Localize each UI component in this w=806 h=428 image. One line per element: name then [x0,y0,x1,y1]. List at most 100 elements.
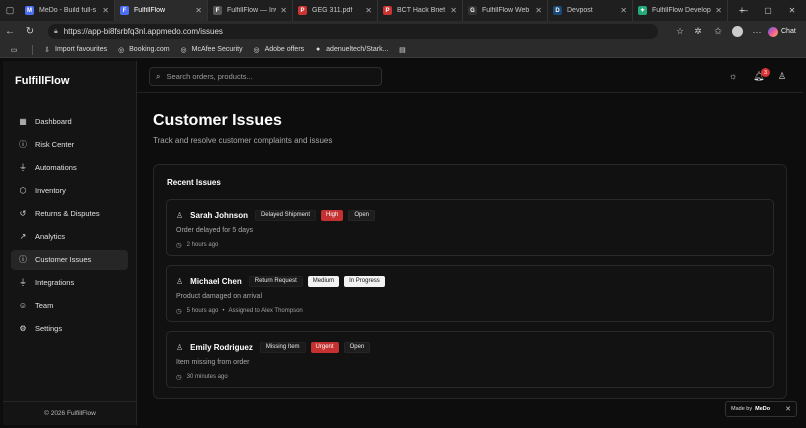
bookmark-item[interactable]: ◎ McAfee Security [180,46,243,54]
tab-close-icon[interactable]: ✕ [280,6,287,15]
page-subtitle: Track and resolve customer complaints an… [153,136,333,145]
sidebar-item-team[interactable]: ☺ Team [11,296,128,316]
close-icon[interactable]: ✕ [785,405,791,413]
more-menu-icon[interactable]: ··· [751,24,763,39]
status-badge: Open [348,209,376,221]
extensions-icon[interactable]: ✲ [692,24,704,39]
tab-label: FulfillFlow — Invent [227,7,276,14]
url-field[interactable]: 🔒︎ https://app-bi8fsrbfq3nl.appmedo.com/… [48,24,658,39]
maximize-icon[interactable]: ▢ [756,0,780,21]
bookmark-item[interactable]: ◎ Adobe offers [253,46,305,54]
issue-item[interactable]: ♙ Emily Rodriguez Missing Item Urgent Op… [166,331,774,388]
tab-favicon-icon: M [25,6,34,15]
tab-close-icon[interactable]: ✕ [715,6,722,15]
sidebar-item-analytics[interactable]: ↗ Analytics [11,227,128,247]
tab-label: GEG 311.pdf [312,7,353,14]
bookmark-item[interactable]: ▭ [10,46,22,54]
tab-close-icon[interactable]: ✕ [620,6,627,15]
tab-close-icon[interactable]: ✕ [102,6,109,15]
sidebar-item-label: Risk Center [35,139,75,149]
globe-icon: ◎ [253,46,260,54]
top-bar: ⌕ Search orders, products... ☼ 🔔︎ 3 ♙ [137,61,803,93]
bookmark-item[interactable]: ⇩ Import favourites [43,46,107,54]
issue-description: Item missing from order [176,359,250,366]
issue-item[interactable]: ♙ Michael Chen Return Request Medium In … [166,265,774,322]
tab-close-icon[interactable]: ✕ [195,6,202,15]
recent-issues-card: Recent Issues ♙ Sarah Johnson Delayed Sh… [153,164,787,399]
favorites-icon[interactable]: ✩ [712,24,724,39]
issue-meta: ◷ 30 minutes ago [176,373,228,381]
refresh-icon[interactable]: ↻ [20,26,40,37]
tab-favicon-icon: P [383,6,392,15]
tab-close-icon[interactable]: ✕ [450,6,457,15]
tab-label: FulfillFlow Web App [482,7,531,14]
tab-close-icon[interactable]: ✕ [365,6,372,15]
assigned-to: Assigned to Alex Thompson [228,308,303,314]
sidebar-footer: © 2026 FulfillFlow [3,401,137,425]
address-bar-row: ← ↻ 🔒︎ https://app-bi8fsrbfq3nl.appmedo.… [0,21,806,42]
category-badge: Return Request [248,275,303,287]
sidebar: FulfillFlow ▦ Dashboard ⓘ Risk Center ⏚ Autom… [3,61,137,425]
bookmark-label: Adobe offers [264,46,305,53]
nav-icon: ⏚ [19,278,27,288]
browser-tab[interactable]: D Devpost ✕ [548,0,633,21]
bookmark-label: Import favourites [55,46,108,53]
browser-tab[interactable]: ✦ FulfillFlow Develop ✕ [633,0,728,21]
back-icon[interactable]: ← [0,26,20,37]
tab-close-icon[interactable]: ✕ [535,6,542,15]
user-icon[interactable]: ♙ [778,71,786,82]
status-badge: Open [343,341,371,353]
browser-tab[interactable]: P BCT Hack Brief.pdf ✕ [378,0,463,21]
issue-meta: ◷ 2 hours ago [176,241,218,249]
bookmark-label: McAfee Security [191,46,243,53]
nav-icon: ↗ [19,232,27,241]
github-icon: ● [316,46,321,53]
bookmark-label: adenueltech/Stark... [326,46,389,53]
browser-tab[interactable]: G FulfillFlow Web App ✕ [463,0,548,21]
issue-description: Order delayed for 5 days [176,227,254,234]
theme-toggle-icon[interactable]: ☼ [729,71,737,81]
sidebar-item-inventory[interactable]: ⬡ Inventory [11,180,128,200]
close-window-icon[interactable]: ✕ [780,0,804,21]
sidebar-item-integrations[interactable]: ⏚ Integrations [11,273,128,293]
made-by-badge[interactable]: Made by MeDo ✕ [725,401,797,417]
bookmark-item[interactable]: ● adenueltech/Stark... [314,46,388,54]
browser-tab[interactable]: F FulfillFlow — Invent ✕ [208,0,293,21]
favorite-star-icon[interactable]: ☆ [674,24,686,39]
issue-time: 2 hours ago [186,242,219,248]
bookmark-folder[interactable]: ▤ [398,46,410,54]
issue-time: 5 hours ago [186,308,219,314]
browser-tab[interactable]: M MeDo - Build full-s ✕ [20,0,115,21]
lock-icon: 🔒︎ [54,27,58,35]
browser-tab[interactable]: P GEG 311.pdf ✕ [293,0,378,21]
tab-label: FulfillFlow Develop [652,7,711,14]
priority-badge: Urgent [310,341,339,353]
sidebar-item-customer-issues[interactable]: ⓘ Customer Issues [11,249,128,270]
copilot-chat-button[interactable]: Chat [768,24,796,39]
issue-description: Product damaged on arrival [176,293,262,300]
customer-name: Emily Rodriguez [190,342,253,352]
tab-favicon-icon: G [468,6,477,15]
minimize-icon[interactable]: — [732,0,756,21]
card-title: Recent Issues [167,178,221,187]
tab-label: BCT Hack Brief.pdf [397,7,446,14]
user-icon: ♙ [176,210,184,220]
profile-avatar[interactable] [731,24,743,39]
customer-name: Michael Chen [190,276,242,286]
sidebar-item-label: Returns & Disputes [35,208,100,218]
tab-actions-icon[interactable]: ▢ [0,0,20,21]
tab-label: Devpost [567,7,593,14]
sidebar-item-returns-disputes[interactable]: ↺ Returns & Disputes [11,203,128,223]
search-input[interactable]: ⌕ Search orders, products... [149,67,382,86]
browser-tab[interactable]: F FulfillFlow ✕ [115,0,208,21]
sidebar-item-risk-center[interactable]: ⓘ Risk Center [11,134,128,154]
nav-icon: ☺ [18,301,28,311]
issue-item[interactable]: ♙ Sarah Johnson Delayed Shipment High Op… [166,199,774,256]
nav-icon: ▦ [19,116,27,126]
bookmark-item[interactable]: ◎ Booking.com [117,46,170,54]
sidebar-item-automations[interactable]: ⏚ Automations [11,157,128,177]
sidebar-item-settings[interactable]: ⚙ Settings [11,319,128,339]
sidebar-item-dashboard[interactable]: ▦ Dashboard [11,111,128,131]
bookmark-label: Booking.com [129,46,170,53]
priority-badge: Medium [307,275,340,287]
